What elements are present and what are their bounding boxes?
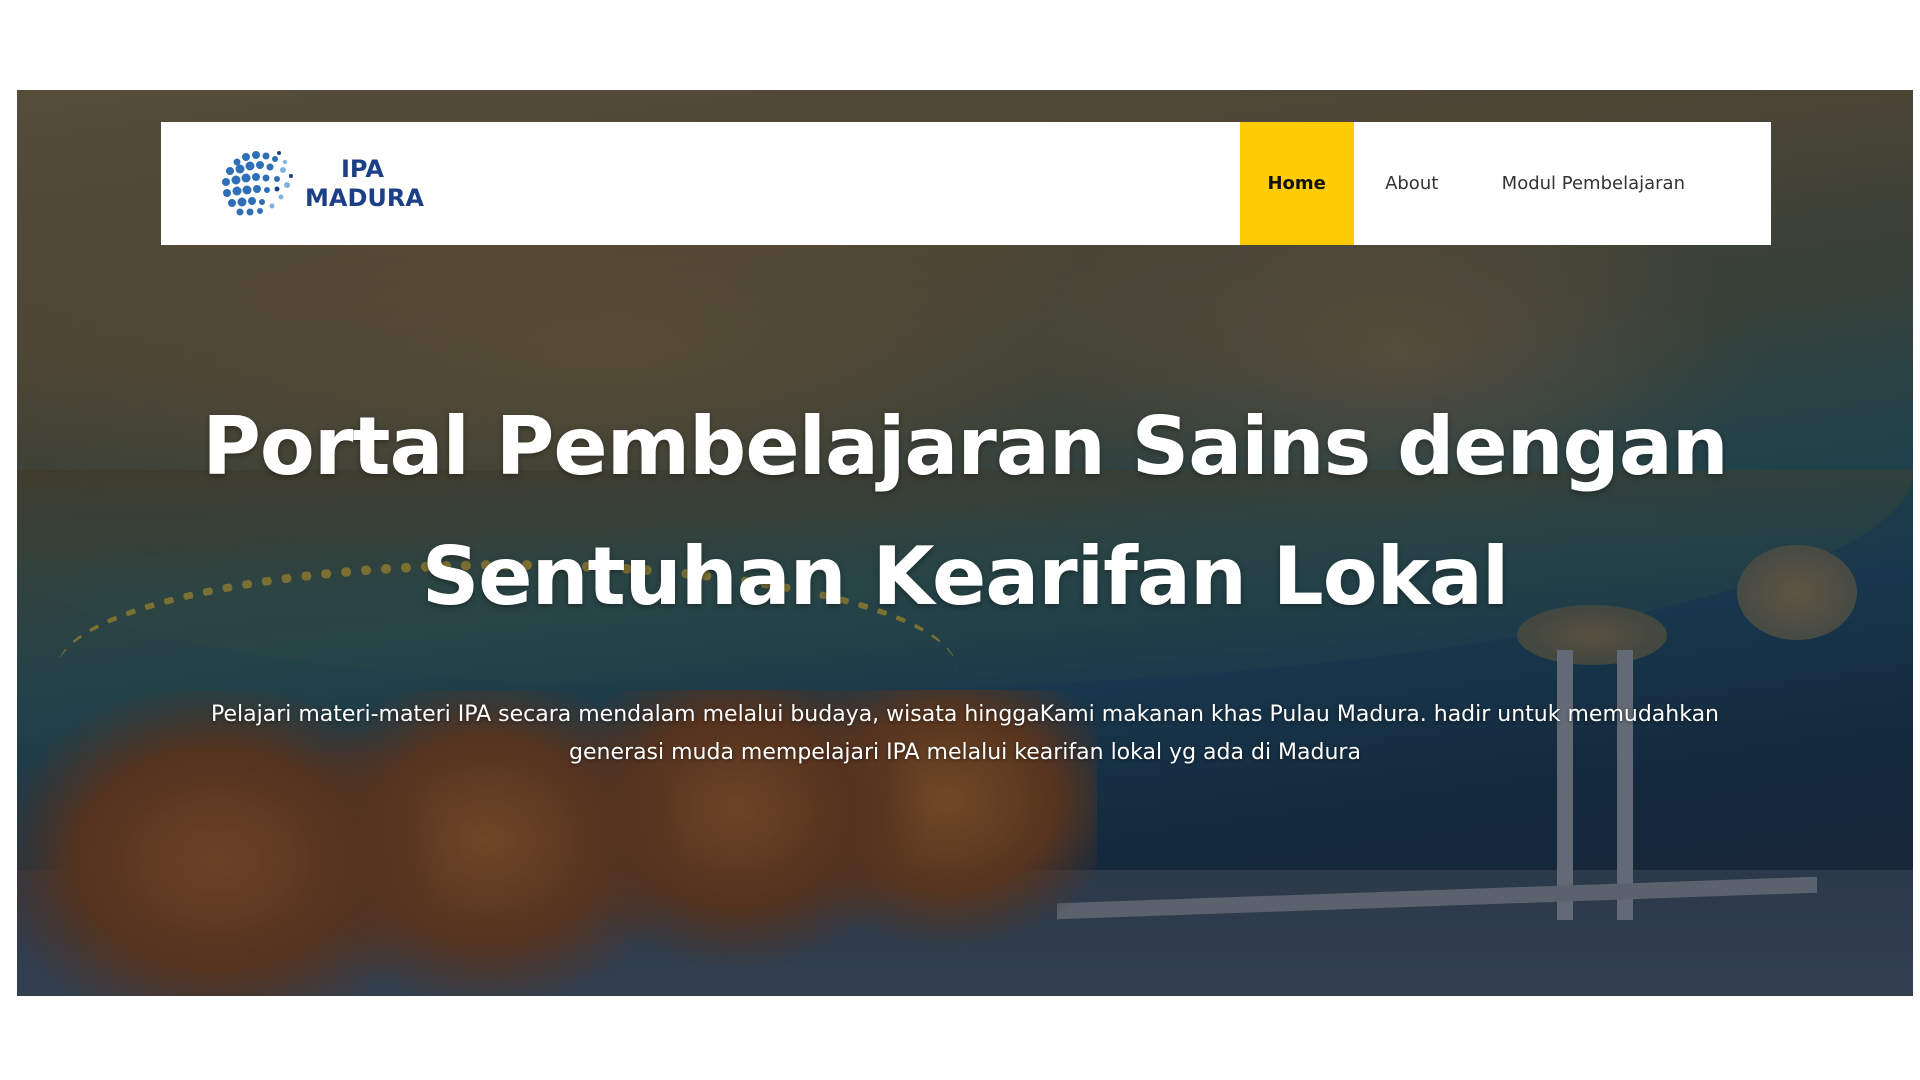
brand-logo[interactable]: IPA MADURA [215,122,424,245]
nav-home[interactable]: Home [1239,122,1354,245]
brand-title-ipa: IPA [341,155,384,184]
hero-title-line1: Portal Pembelajaran Sains dengan [202,400,1729,493]
dotted-globe-icon [222,150,293,215]
nav-about[interactable]: About [1354,122,1470,245]
brand-text: IPA MADURA [305,155,424,212]
main-nav: Home About Modul Pembelajaran [1239,122,1717,245]
navbar: IPA MADURA Home About Modul Pembelajaran [161,122,1771,245]
brand-title-madura: MADURA [305,183,424,212]
hero-title-line2: Sentuhan Kearifan Lokal [421,530,1510,623]
hero-title: Portal Pembelajaran Sains dengan Sentuha… [17,382,1913,642]
nav-modul-pembelajaran[interactable]: Modul Pembelajaran [1470,122,1717,245]
hero-description: Pelajari materi-materi IPA secara mendal… [211,702,1719,765]
